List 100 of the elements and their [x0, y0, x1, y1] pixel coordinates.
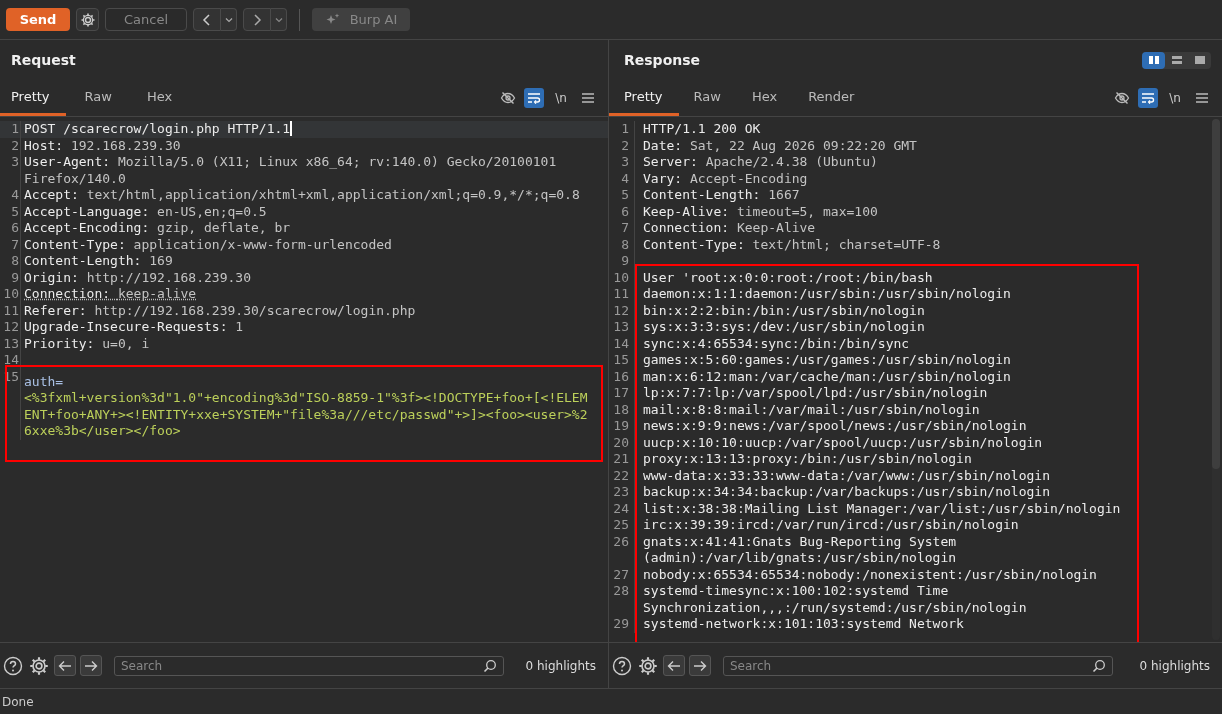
- code-line: mail:x:8:8:mail:/var/mail:/usr/sbin/nologin: [643, 401, 980, 417]
- code-line: irc:x:39:39:ircd:/var/run/ircd:/usr/sbin/nologin: [643, 517, 1019, 532]
- view-tab[interactable]: Hex: [736, 80, 794, 116]
- settings-icon[interactable]: [28, 654, 50, 677]
- line-number: 14: [0, 352, 21, 369]
- line-number: 21: [609, 451, 635, 468]
- split-columns-button[interactable]: [1142, 51, 1165, 69]
- view-tab[interactable]: Raw: [678, 80, 737, 116]
- arrow-right-icon: [693, 659, 707, 672]
- line-number: 12: [0, 319, 21, 336]
- search-field[interactable]: Search: [114, 655, 504, 676]
- wrap-icon: [527, 92, 541, 104]
- line-number: 29: [609, 616, 635, 633]
- line-number: 10: [0, 286, 21, 303]
- line-number: 8: [609, 236, 635, 253]
- line-number: 19: [609, 418, 635, 435]
- code-line: list:x:38:38:Mailing List Manager:/var/list:/usr/sbin/nologin: [643, 500, 1121, 516]
- caret-icon: [274, 16, 283, 23]
- code-line: Keep-Alive: timeout=5, max=100: [643, 203, 878, 219]
- help-icon[interactable]: [2, 654, 24, 677]
- line-number: 22: [609, 467, 635, 484]
- code-line: systemd-network:x:101:103:systemd Network: [643, 616, 964, 631]
- help-icon[interactable]: [611, 654, 633, 677]
- word-wrap-button[interactable]: [1138, 88, 1158, 108]
- code-line: Content-Type: text/html; charset=UTF-8: [643, 236, 941, 252]
- next-match-button[interactable]: [80, 655, 102, 676]
- view-tab[interactable]: Pretty: [0, 80, 66, 116]
- code-line: uucp:x:10:10:uucp:/var/spool/uucp:/usr/sbin/nologin: [643, 434, 1043, 450]
- view-tab[interactable]: Pretty: [609, 80, 679, 116]
- highlight-count: 0 highlights: [1139, 658, 1211, 673]
- settings-icon[interactable]: [637, 654, 659, 677]
- line-number: 7: [0, 236, 21, 253]
- newline-toggle[interactable]: \n: [550, 88, 572, 108]
- code-line: POST /scarecrow/login.php HTTP/1.1: [24, 121, 291, 136]
- forward-button[interactable]: [243, 8, 271, 31]
- line-number: 6: [0, 220, 21, 237]
- chevron-left-icon: [202, 13, 212, 26]
- newline-toggle[interactable]: \n: [1164, 88, 1186, 108]
- rows-icon: [1170, 55, 1183, 65]
- caret-icon: [224, 16, 233, 23]
- previous-match-button[interactable]: [54, 655, 76, 676]
- text-cursor: [290, 121, 293, 136]
- view-tab[interactable]: Raw: [73, 80, 128, 116]
- line-number: 11: [0, 302, 21, 319]
- line-number: 20: [609, 434, 635, 451]
- line-number: 3: [0, 154, 21, 187]
- code-line: www-data:x:33:33:www-data:/var/www:/usr/sbin/nologin: [643, 467, 1050, 483]
- param-name: auth=: [24, 372, 65, 390]
- panel-title: Request: [11, 52, 76, 68]
- view-tab[interactable]: Render: [793, 80, 871, 116]
- word-wrap-button[interactable]: [524, 88, 544, 108]
- back-button[interactable]: [193, 8, 221, 31]
- code-line: news:x:9:9:news:/var/spool/news:/usr/sbin/nologin: [643, 418, 1027, 433]
- code-line: Accept-Language: en-US,en;q=0.5: [24, 203, 267, 219]
- code-line: nobody:x:65534:65534:nobody:/nonexistent:/usr/sbin/nologin: [643, 566, 1097, 582]
- line-number: 11: [609, 286, 635, 303]
- line-number: 6: [609, 203, 635, 220]
- search-field[interactable]: Search: [723, 655, 1113, 676]
- previous-match-button[interactable]: [663, 655, 685, 676]
- line-number: 3: [609, 154, 635, 171]
- code-line: User 'root:x:0:0:root:/root:/bin/bash: [643, 269, 933, 285]
- cancel-button[interactable]: Cancel: [105, 8, 187, 31]
- line-number: 15: [609, 352, 635, 369]
- line-number: 27: [609, 566, 635, 583]
- line-number: 14: [609, 335, 635, 352]
- line-number: 8: [0, 253, 21, 270]
- send-button[interactable]: Send: [6, 8, 70, 31]
- code-line: sys:x:3:3:sys:/dev:/usr/sbin/nologin: [643, 319, 925, 334]
- columns-icon: [1147, 55, 1160, 65]
- code-line: Referer: http://192.168.239.30/scarecrow/login.php: [24, 302, 416, 318]
- code-line: Connection: Keep-Alive: [643, 220, 816, 235]
- code-line: Content-Length: 169: [24, 253, 173, 268]
- settings-button[interactable]: [76, 8, 99, 31]
- next-match-button[interactable]: [689, 655, 711, 676]
- code-line: Upgrade-Insecure-Requests: 1: [24, 319, 244, 334]
- history-dropdown[interactable]: [221, 8, 237, 31]
- code-line: Content-Length: 1667: [643, 187, 800, 202]
- chevron-right-icon: [252, 13, 262, 26]
- code-line: backup:x:34:34:backup:/var/backups:/usr/sbin/nologin: [643, 484, 1050, 499]
- search-icon: [483, 658, 497, 673]
- view-tab[interactable]: Hex: [135, 80, 189, 116]
- line-number: 10: [609, 269, 635, 286]
- search-icon: [1092, 658, 1106, 673]
- code-line: proxy:x:13:13:proxy:/bin:/usr/sbin/nologin: [643, 451, 972, 466]
- code-line: Accept: text/html,application/xhtml+xml,application/xml;q=0.9,*/*;q=0.8: [24, 187, 580, 202]
- code-line: man:x:6:12:man:/var/cache/man:/usr/sbin/nologin: [643, 368, 1011, 384]
- line-number: 5: [0, 203, 21, 220]
- history-dropdown[interactable]: [271, 8, 287, 31]
- code-line: games:x:5:60:games:/usr/games:/usr/sbin/nologin: [643, 352, 1011, 367]
- code-line: HTTP/1.1 200 OK: [643, 121, 761, 136]
- line-number: 2: [0, 137, 21, 154]
- highlight-count: 0 highlights: [525, 658, 597, 673]
- line-number: 26: [609, 533, 635, 567]
- line-number: 25: [609, 517, 635, 534]
- line-number: 13: [609, 319, 635, 336]
- code-line: Origin: http://192.168.239.30: [24, 269, 251, 285]
- line-number: 18: [609, 401, 635, 418]
- code-line: daemon:x:1:1:daemon:/usr/sbin:/usr/sbin/nologin: [643, 286, 1011, 301]
- code-line: sync:x:4:65534:sync:/bin:/bin/sync: [643, 335, 910, 351]
- line-number: 12: [609, 302, 635, 319]
